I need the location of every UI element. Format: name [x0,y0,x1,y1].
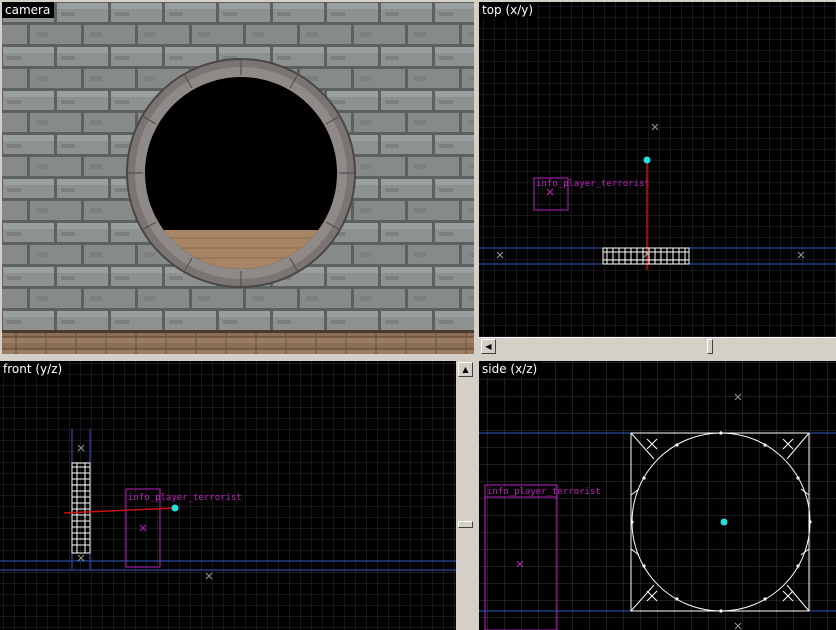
camera-viewport[interactable]: camera [2,2,474,354]
front-vscroll-thumb[interactable] [458,521,473,528]
arrow-up-icon[interactable]: ▲ [458,362,473,377]
camera-3d-render [2,2,474,354]
top-grid: info_player_terrorist [479,2,836,337]
side-grid: info_player_terrorist [479,361,836,630]
top-viewport[interactable]: top (x/y) info_player_terrorist [479,2,836,337]
side-viewport-label: side (x/z) [479,361,542,377]
entity-label-top: info_player_terrorist [536,179,650,189]
camera-position-icon[interactable] [171,504,179,512]
front-grid: info_player_terrorist [0,361,456,630]
front-viewport-vscrollbar[interactable]: ▲ [456,361,474,630]
camera-viewport-label: camera [2,2,55,18]
top-viewport-hscrollbar[interactable]: ◀ [479,337,836,355]
front-viewport-label: front (y/z) [0,361,67,377]
floor-planks [2,332,474,354]
entity-label-side: info_player_terrorist [487,487,601,497]
camera-position-icon[interactable] [720,518,728,526]
side-viewport[interactable]: side (x/z) info_player_terrorist [479,361,836,630]
front-viewport[interactable]: front (y/z) info_player_terrorist [0,361,456,630]
entity-label-front: info_player_terrorist [128,493,242,503]
arrow-left-icon[interactable]: ◀ [481,339,496,354]
camera-position-icon[interactable] [643,156,651,164]
top-viewport-label: top (x/y) [479,2,538,18]
top-hscroll-thumb[interactable] [707,339,713,354]
